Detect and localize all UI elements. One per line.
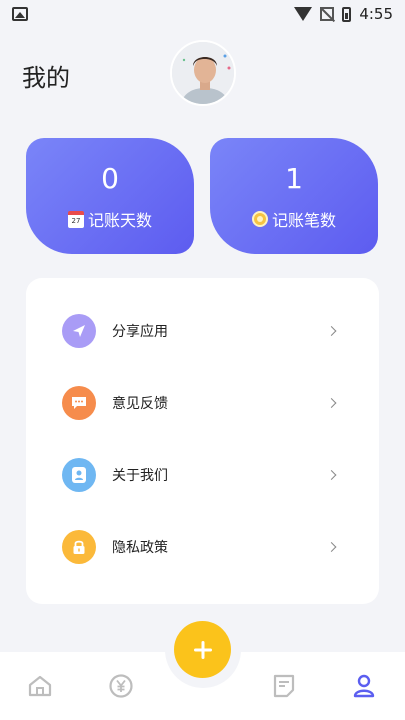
coin-icon [251, 211, 268, 227]
add-record-button[interactable] [174, 621, 231, 678]
battery-icon [342, 6, 352, 22]
avatar[interactable] [170, 40, 236, 106]
menu-item-about[interactable]: 关于我们 [26, 449, 379, 501]
lock-icon [62, 530, 96, 564]
image-icon [12, 7, 28, 21]
user-icon [62, 458, 96, 492]
nav-bills[interactable] [107, 672, 135, 700]
stat-value-entries: 1 [285, 162, 303, 195]
nav-home[interactable] [26, 672, 54, 700]
stat-value-days: 0 [101, 162, 119, 195]
stat-card-entries: 1 记账笔数 [210, 138, 378, 254]
menu-item-privacy[interactable]: 隐私政策 [26, 521, 379, 573]
menu-item-feedback[interactable]: 意见反馈 [26, 377, 379, 429]
home-icon [28, 675, 52, 697]
stat-label-row-days: 27 记账天数 [67, 207, 152, 231]
status-icons: 4:55 [294, 5, 393, 23]
nav-notes[interactable] [270, 672, 298, 700]
wifi-icon [294, 7, 313, 21]
profile-icon [353, 674, 375, 698]
add-icon [193, 640, 212, 659]
menu-label-share: 分享应用 [112, 324, 168, 340]
nav-profile[interactable] [350, 672, 378, 700]
menu-card: 分享应用 意见反馈 关于我们 隐私政策 [26, 278, 379, 604]
menu-label-feedback: 意见反馈 [112, 396, 168, 412]
chat-icon [62, 386, 96, 420]
status-time: 4:55 [359, 5, 393, 23]
stat-card-days: 0 27 记账天数 [26, 138, 194, 254]
chevron-right-icon [326, 542, 337, 552]
menu-label-privacy: 隐私政策 [112, 540, 168, 556]
send-icon [62, 314, 96, 348]
notes-icon [273, 674, 295, 698]
calendar-icon: 27 [67, 210, 84, 228]
stat-label-entries: 记账笔数 [271, 211, 336, 230]
stat-label-row-entries: 记账笔数 [251, 207, 336, 231]
status-bar: 4:55 [0, 0, 405, 28]
stat-label-days: 记账天数 [87, 211, 152, 230]
page-title: 我的 [22, 64, 70, 92]
chevron-right-icon [326, 470, 337, 480]
menu-item-share[interactable]: 分享应用 [26, 305, 379, 357]
chevron-right-icon [326, 326, 337, 336]
no-sim-icon [320, 7, 335, 21]
avatar-image [172, 42, 234, 104]
chevron-right-icon [326, 398, 337, 408]
yen-icon [109, 674, 133, 698]
menu-label-about: 关于我们 [112, 468, 168, 484]
